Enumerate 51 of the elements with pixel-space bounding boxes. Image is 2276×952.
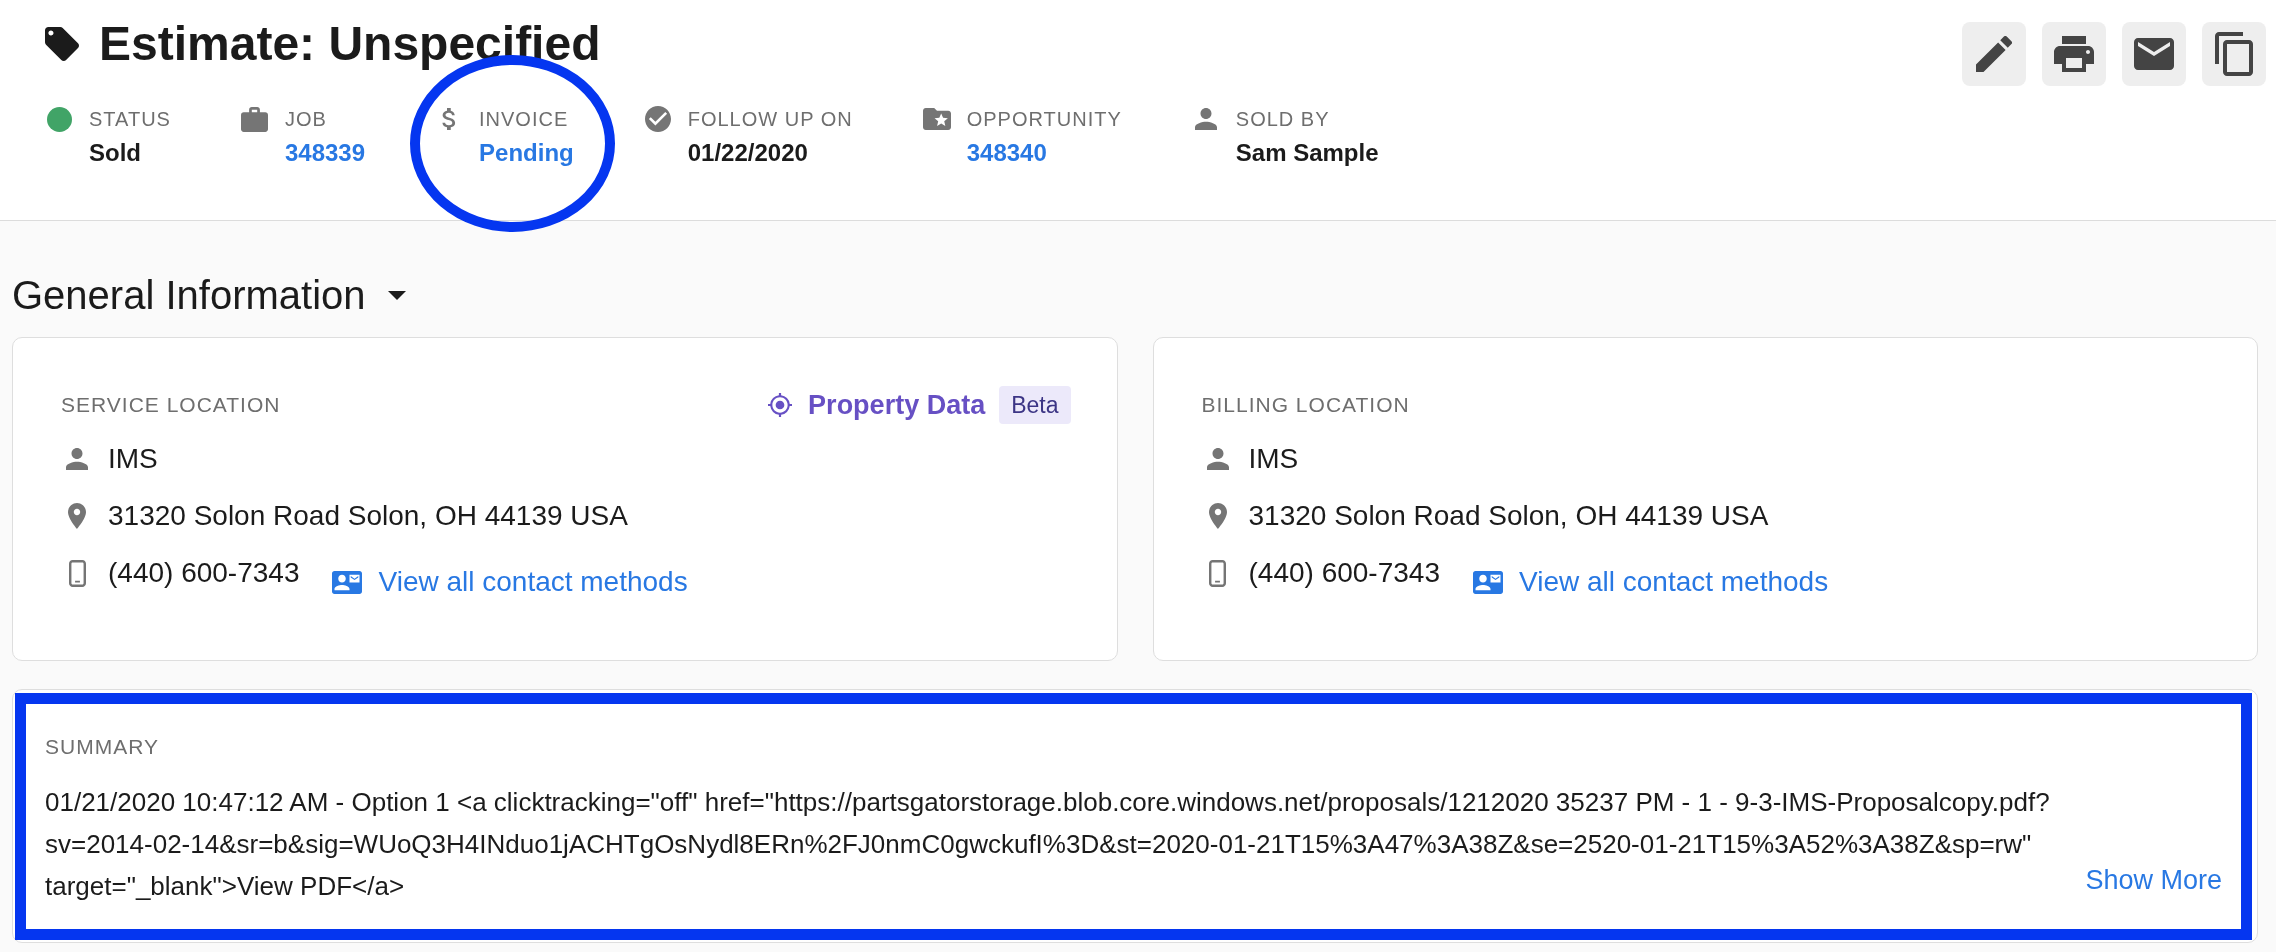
- copy-button[interactable]: [2202, 22, 2266, 86]
- property-data-link[interactable]: Property Data: [768, 387, 986, 423]
- address-text: 31320 Solon Road Solon, OH 44139 USA: [108, 499, 628, 533]
- meta-label: OPPORTUNITY: [966, 107, 1122, 132]
- printer-icon: [2054, 36, 2094, 72]
- envelope-icon: [2134, 38, 2174, 70]
- contact-card-icon: [1473, 570, 1503, 594]
- crosshair-icon: [768, 393, 793, 417]
- email-button[interactable]: [2122, 22, 2186, 86]
- meta-label: INVOICE: [479, 107, 570, 132]
- contact-methods-link[interactable]: View all contact methods: [332, 564, 688, 600]
- section-label: BILLING LOCATION: [1201, 392, 1410, 418]
- meta-value: Sold: [89, 138, 142, 168]
- copy-icon: [2215, 32, 2253, 76]
- contact-name: IMS: [1248, 442, 1299, 476]
- summary-text: 01/21/2020 10:47:12 AM - Option 1 <a clicktracking="off" href="https://partsgatorstorage.blob.core.windows.net/proposals/1212020 35237 PM - 1 - 9-3-IMS-Proposalcopy.pdf?sv=2014-02-14&sr=b&sig=WUoQ3H4INduo1jACHTgOsNydl8ERn%2FJ0nmC0gwckufI%3D&st=2020-01-21T15%3A47%3A38Z&se=2520-01-21T15%3A52%3A38Z&sp=rw" target="_blank">View PDF</a>: [45, 786, 2051, 903]
- meta-value: Sam Sample: [1235, 138, 1379, 168]
- edit-button[interactable]: [1962, 22, 2026, 86]
- page-title: Estimate: Unspecified: [99, 16, 601, 72]
- phone-number: (440) 600-7343: [1248, 556, 1440, 590]
- section-label: SERVICE LOCATION: [61, 392, 281, 418]
- meta-label: FOLLOW UP ON: [687, 107, 853, 132]
- folder-star-icon: [922, 108, 951, 130]
- location-pin-icon: [1208, 503, 1227, 529]
- meta-label: JOB: [284, 107, 328, 132]
- location-pin-icon: [68, 503, 86, 529]
- dollar-icon: [441, 108, 457, 130]
- meta-label: SOLD BY: [1235, 107, 1331, 132]
- phone-icon: [1209, 559, 1226, 587]
- briefcase-icon: [241, 106, 269, 132]
- meta-label: STATUS: [89, 107, 171, 132]
- contact-card-icon: [332, 570, 363, 594]
- beta-badge: Beta: [999, 386, 1071, 424]
- contact-name: IMS: [108, 442, 158, 476]
- tag-icon: [45, 27, 79, 61]
- meta-value: 01/22/2020: [687, 138, 809, 168]
- section-label: SUMMARY: [45, 735, 159, 758]
- person-icon: [1194, 108, 1217, 130]
- meta-link[interactable]: 348340: [966, 138, 1122, 168]
- address-text: 31320 Solon Road Solon, OH 44139 USA: [1248, 499, 1769, 533]
- phone-icon: [68, 559, 86, 587]
- meta-link[interactable]: Pending: [479, 138, 574, 168]
- person-icon: [66, 448, 88, 470]
- show-more-link[interactable]: Show More: [2085, 859, 2222, 901]
- print-button[interactable]: [2042, 22, 2106, 86]
- pencil-icon: [1976, 36, 2012, 72]
- contact-methods-link[interactable]: View all contact methods: [1473, 564, 1829, 600]
- section-toggle[interactable]: General Information: [12, 272, 406, 318]
- meta-link[interactable]: 348339: [284, 138, 366, 168]
- person-icon: [1206, 448, 1229, 470]
- phone-number: (440) 600-7343: [108, 556, 300, 590]
